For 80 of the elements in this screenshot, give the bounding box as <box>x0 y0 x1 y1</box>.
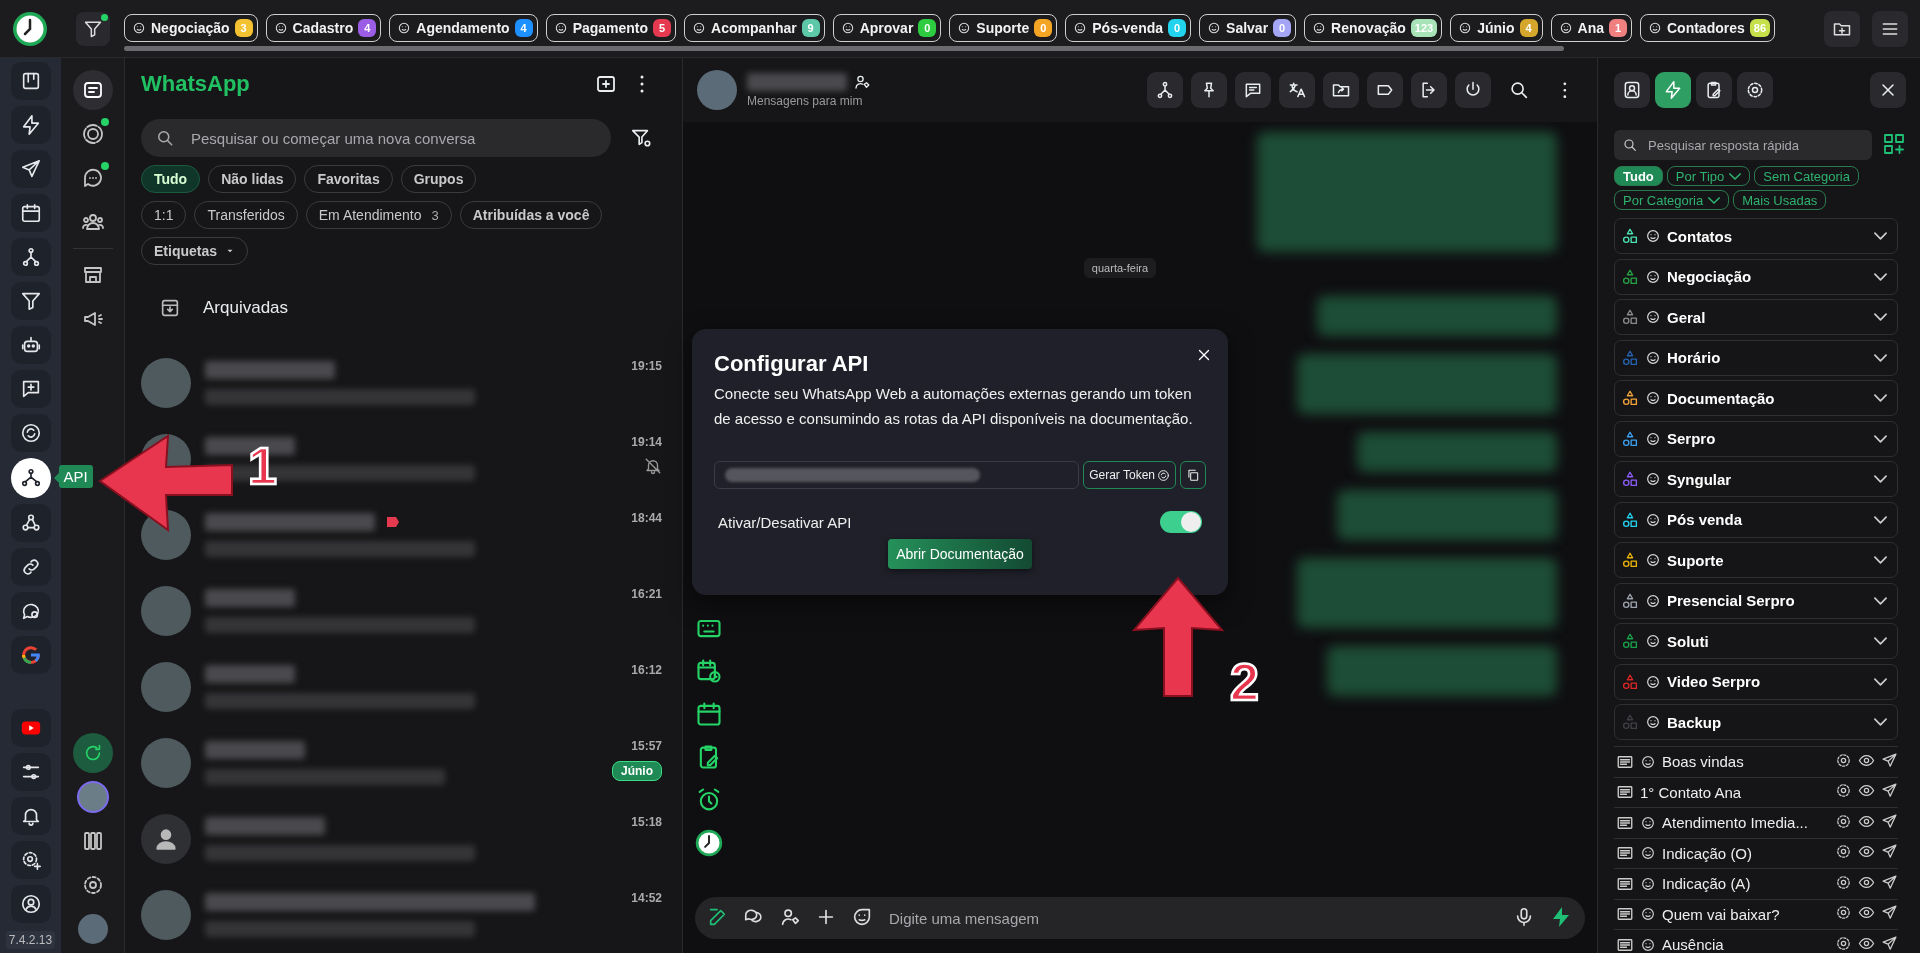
filter-chip[interactable]: Por Categoria <box>1614 190 1730 210</box>
label-tab[interactable]: Cadastro 4 <box>265 14 382 42</box>
filter-chip[interactable]: Sem Categoria <box>1754 166 1859 186</box>
archived-label[interactable]: Arquivadas <box>203 298 289 319</box>
category-row[interactable]: Geral <box>1614 299 1898 335</box>
category-row[interactable]: Pós venda <box>1614 501 1898 538</box>
category-row[interactable]: Backup <box>1614 704 1898 740</box>
count-badge: 5 <box>653 19 672 37</box>
label-tab[interactable]: Contadores 86 <box>1639 14 1775 42</box>
label-tab[interactable]: Júnio 4 <box>1450 14 1543 42</box>
date-label: quarta-feira <box>1083 258 1157 278</box>
count-badge: 0 <box>1168 19 1187 37</box>
count-badge: 0 <box>1273 19 1292 37</box>
label-tab[interactable]: Pós-venda 0 <box>1065 14 1192 42</box>
reply-label[interactable]: Atendimento Imedia... <box>1662 814 1829 832</box>
timestamp: 14:52 <box>631 891 662 905</box>
reply-label[interactable]: Indicação (O) <box>1662 844 1829 862</box>
count-badge: 0 <box>1034 19 1053 37</box>
label-tag: Júnio <box>612 761 662 781</box>
reply-label[interactable]: Ausência <box>1662 936 1829 953</box>
version-label: 7.4.2.13 <box>5 931 56 949</box>
open-docs-button[interactable]: Abrir Documentação <box>888 539 1032 569</box>
message-composer[interactable]: Digite uma mensagem <box>695 897 1585 939</box>
timestamp: 19:14 <box>631 435 662 449</box>
generate-token-button[interactable]: Gerar Token <box>1083 461 1176 489</box>
category-row[interactable]: Video Serpro <box>1614 663 1898 700</box>
count-badge: 4 <box>358 19 377 37</box>
filter-chip[interactable]: Tudo <box>1614 166 1663 186</box>
toggle-label: Ativar/Desativar API <box>718 513 852 531</box>
timestamp: 18:44 <box>631 511 662 525</box>
label-tab[interactable]: Renovação 123 <box>1304 14 1443 42</box>
count-badge: 9 <box>801 19 820 37</box>
search-input[interactable]: Pesquisar resposta rápida <box>1646 136 1864 154</box>
filter-chip[interactable]: Tudo <box>141 165 201 194</box>
label-tab[interactable]: Salvar 0 <box>1199 14 1297 42</box>
label-tab[interactable]: Suporte 0 <box>949 14 1058 42</box>
search-input[interactable]: Pesquisar ou começar uma nova conversa <box>189 128 597 148</box>
timestamp: 16:12 <box>631 663 662 677</box>
annotation-number: 2 <box>1230 653 1259 711</box>
category-row[interactable]: Suporte <box>1614 542 1898 578</box>
reply-label[interactable]: Indicação (A) <box>1662 875 1829 893</box>
contact-status: Mensagens para mim <box>747 93 864 108</box>
timestamp: 16:21 <box>631 587 662 601</box>
timestamp: 15:57 <box>631 739 662 753</box>
count-badge: 4 <box>1519 19 1538 37</box>
category-row[interactable]: Presencial Serpro <box>1614 582 1898 619</box>
category-row[interactable]: Negociação <box>1614 258 1898 295</box>
reply-label[interactable]: Quem vai baixar? <box>1662 905 1829 923</box>
filter-chip[interactable]: Mais Usadas <box>1733 190 1827 210</box>
filter-chip[interactable]: Por Tipo <box>1666 166 1751 186</box>
category-row[interactable]: Serpro <box>1614 420 1898 457</box>
count-badge: 86 <box>1749 19 1770 37</box>
label-tab[interactable]: Agendamento 4 <box>389 14 538 42</box>
dialog-description: Conecte seu WhatsApp Web a automações externas gerando um token de acesso e consumindo as rotas da API disponíveis na documentação. <box>714 384 1194 429</box>
label-tab[interactable]: Acompanhar 9 <box>684 14 825 42</box>
category-row[interactable]: Horário <box>1614 339 1898 376</box>
category-row[interactable]: Syngular <box>1614 461 1898 497</box>
app-title: WhatsApp <box>141 70 251 97</box>
message-field[interactable]: Digite uma mensagem <box>887 908 1499 928</box>
timestamp: 15:18 <box>631 815 662 829</box>
reply-label[interactable]: 1° Contato Ana <box>1640 783 1829 801</box>
annotation-number: 1 <box>248 437 277 495</box>
label-tab[interactable]: Negociação 3 <box>124 14 258 42</box>
label-tab[interactable]: Pagamento 5 <box>545 14 677 42</box>
label-tab[interactable]: Aprovar 0 <box>832 14 942 42</box>
count-badge: 1 <box>1608 19 1627 37</box>
count-badge: 4 <box>514 19 533 37</box>
count-label: 3 <box>431 207 439 223</box>
reply-label[interactable]: Boas vindas <box>1662 753 1829 771</box>
category-row[interactable]: Soluti <box>1614 623 1898 659</box>
dialog-title: Configurar API <box>714 351 870 377</box>
label-tab[interactable]: Ana 1 <box>1550 14 1632 42</box>
count-badge: 123 <box>1410 19 1438 37</box>
category-row[interactable]: Documentação <box>1614 380 1898 416</box>
search-field[interactable]: Pesquisar resposta rápida <box>1614 130 1872 160</box>
timestamp: 19:15 <box>631 359 662 373</box>
count-badge: 0 <box>918 19 937 37</box>
search-field[interactable]: Pesquisar ou começar uma nova conversa <box>141 119 611 158</box>
category-row[interactable]: Contatos <box>1614 218 1898 254</box>
count-badge: 3 <box>234 19 253 37</box>
